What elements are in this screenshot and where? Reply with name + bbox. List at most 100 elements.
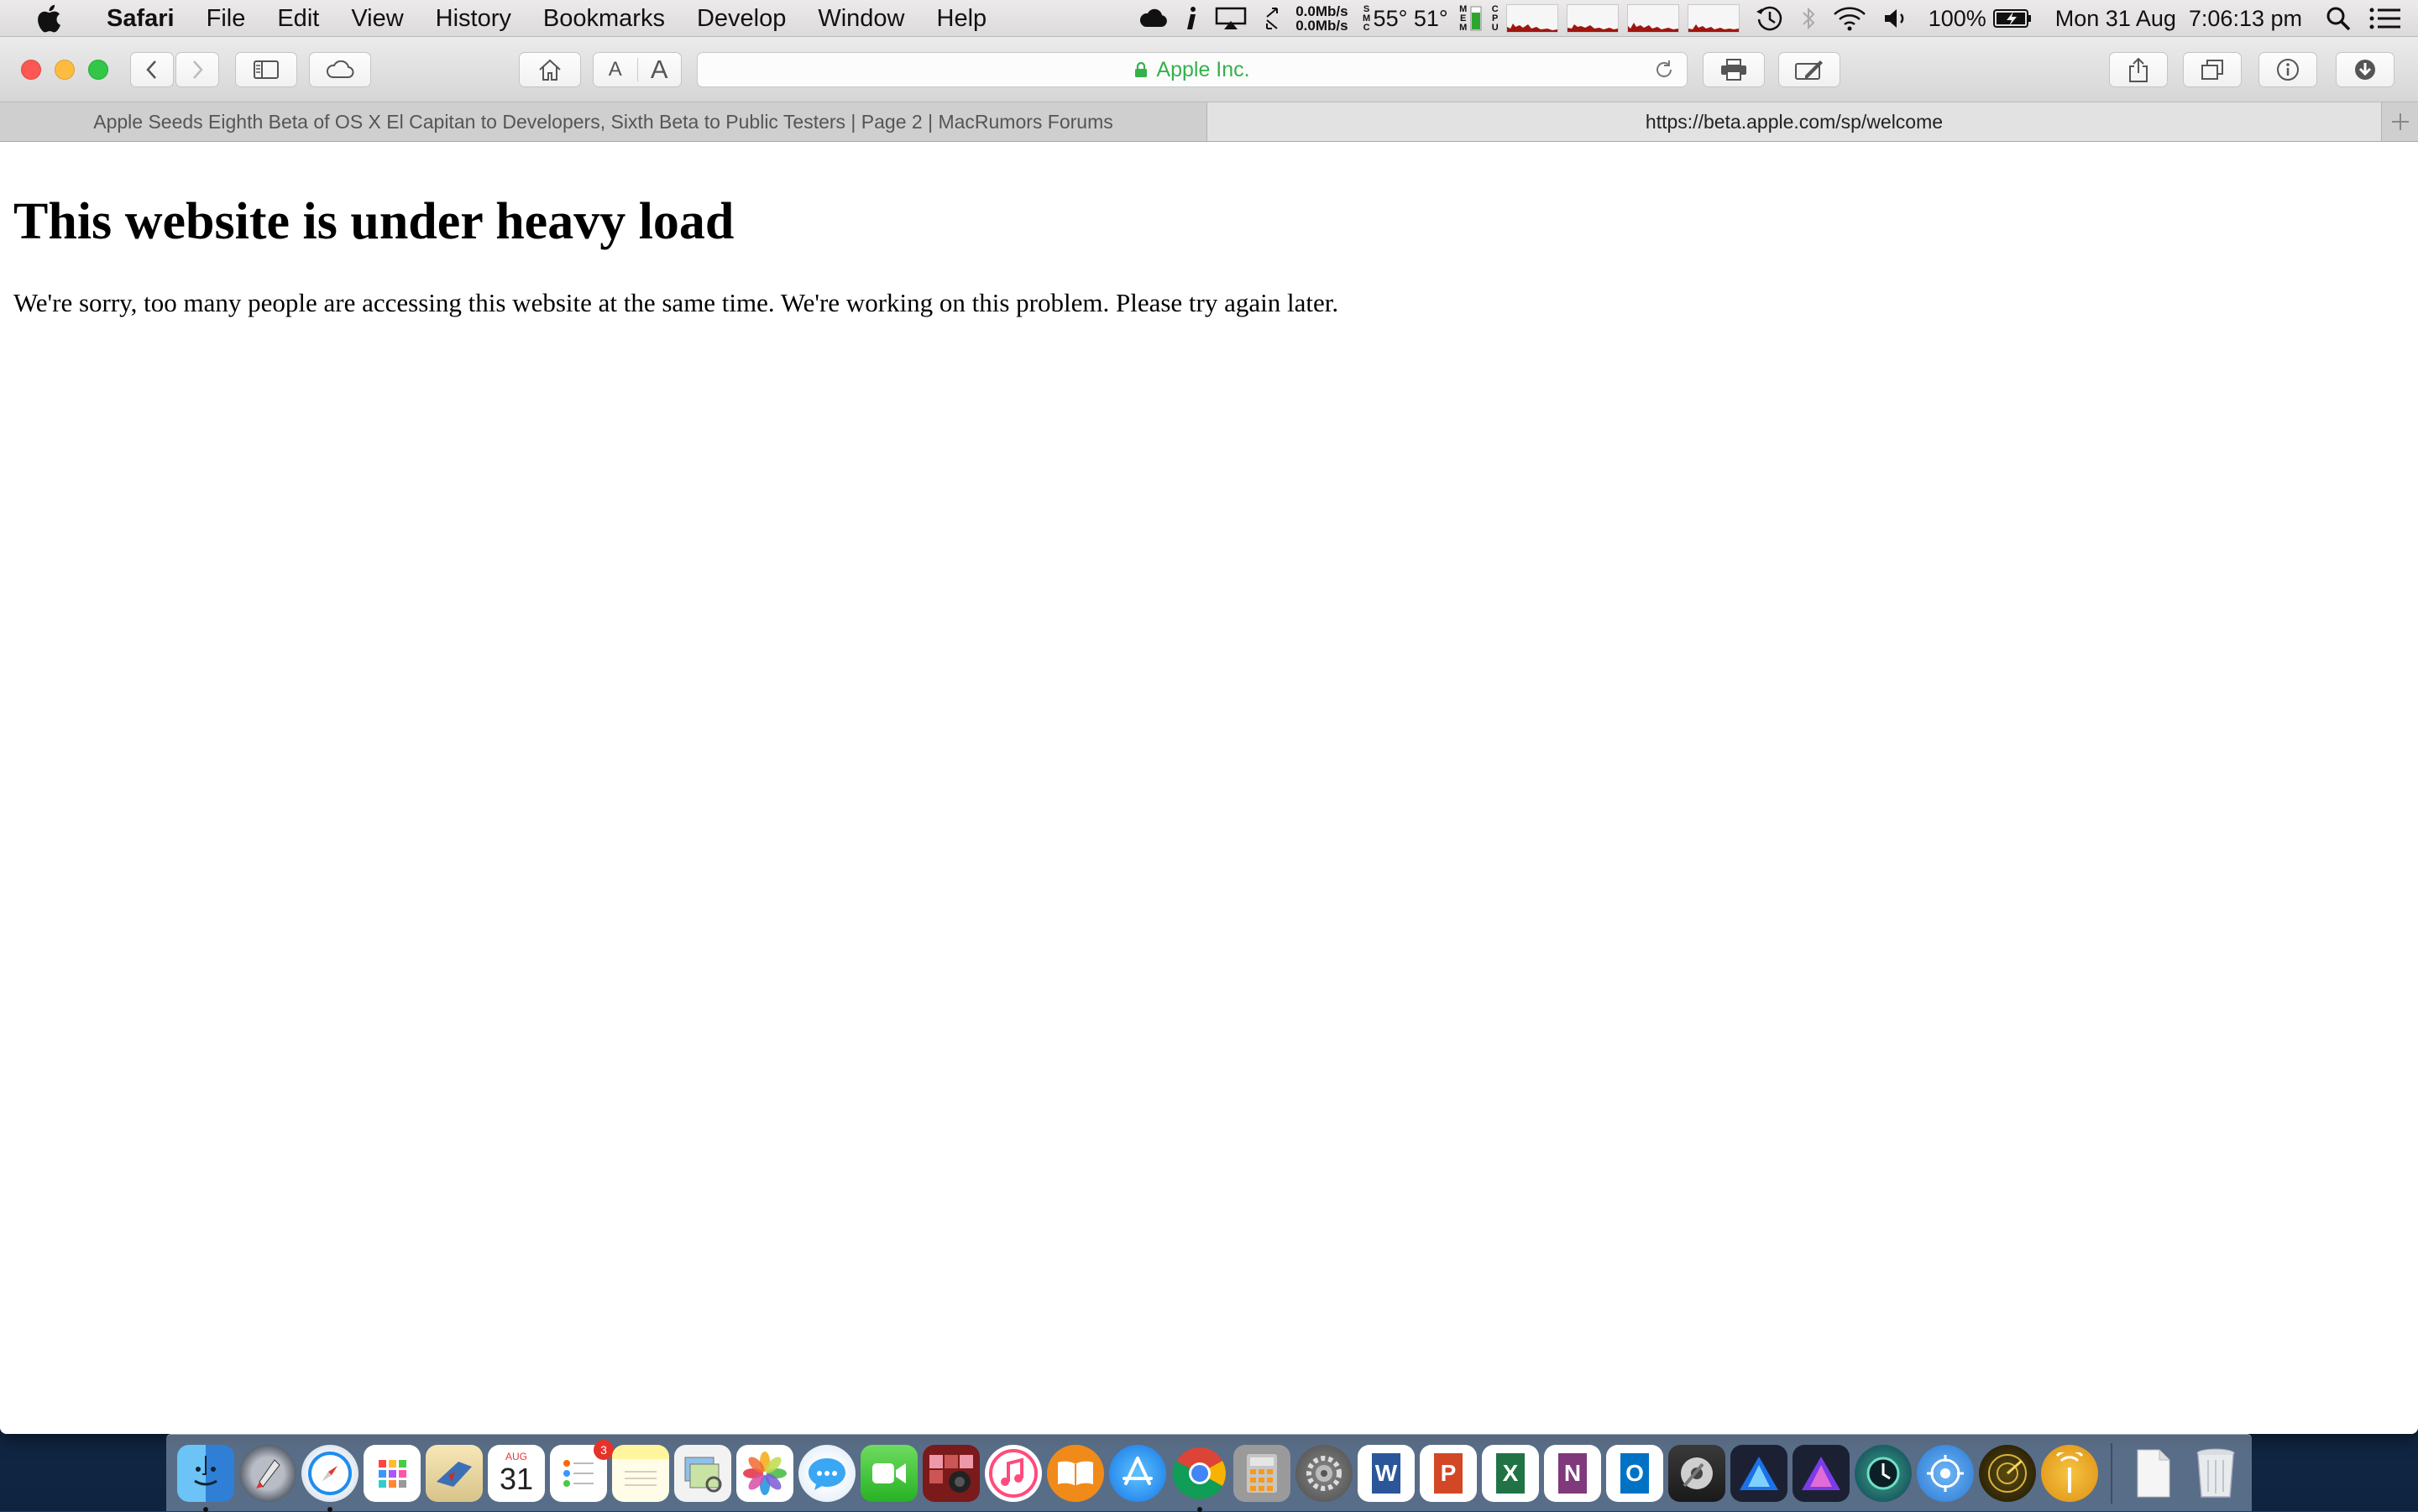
decrease-font-size-button[interactable]: A — [594, 58, 638, 81]
battery-status[interactable]: 100% — [1920, 0, 2040, 37]
tab-title: Apple Seeds Eighth Beta of OS X El Capit… — [93, 110, 1113, 133]
bluetooth-icon[interactable] — [1793, 0, 1824, 37]
dock-facetime-icon[interactable] — [861, 1444, 918, 1502]
cpu-graph-1 — [1505, 4, 1558, 33]
page-info-button[interactable] — [2258, 52, 2317, 87]
window-minimize-button[interactable] — [55, 60, 75, 80]
home-button[interactable] — [519, 52, 581, 87]
annotate-button[interactable] — [1778, 52, 1840, 87]
dock-powerpoint-icon[interactable]: P — [1420, 1444, 1477, 1502]
tab-overview-button[interactable] — [2183, 52, 2242, 87]
dock-calculator-icon[interactable] — [1233, 1444, 1290, 1502]
menu-edit[interactable]: Edit — [261, 0, 335, 37]
tab-title: https://beta.apple.com/sp/welcome — [1645, 110, 1944, 133]
dock-launchpad-icon[interactable] — [239, 1444, 296, 1502]
dock-notes-icon[interactable] — [612, 1444, 669, 1502]
network-upload-rate: 0.0Mb/s — [1295, 3, 1348, 19]
menu-help[interactable]: Help — [921, 0, 1003, 37]
dock-onenote-icon[interactable]: N — [1544, 1444, 1601, 1502]
dock-preview-icon[interactable] — [674, 1444, 731, 1502]
cpu-meter[interactable]: CPU — [1485, 0, 1747, 37]
dock-finder-icon[interactable] — [177, 1444, 234, 1512]
excel-letter: X — [1496, 1452, 1525, 1494]
cpu-graph-4 — [1687, 4, 1740, 33]
dock-calendar-icon[interactable]: AUG 31 — [488, 1444, 545, 1502]
volume-icon[interactable] — [1875, 0, 1920, 37]
dock-affinity-designer-icon[interactable] — [1730, 1444, 1787, 1502]
downloads-button[interactable] — [2336, 52, 2394, 87]
dock-time-machine-icon[interactable] — [1855, 1444, 1912, 1502]
safari-toolbar: A A Apple Inc. — [0, 37, 2418, 102]
dock: AUG 31 3 W P X N O — [166, 1434, 2252, 1512]
dock-network-radar-icon[interactable] — [1917, 1444, 1974, 1502]
dock-word-icon[interactable]: W — [1358, 1444, 1415, 1502]
address-bar[interactable]: Apple Inc. — [697, 52, 1688, 87]
info-icon[interactable] — [1176, 0, 1206, 37]
dock-ibooks-icon[interactable] — [1047, 1444, 1104, 1502]
dock-radar-icon[interactable] — [1979, 1444, 2036, 1502]
dock-excel-icon[interactable]: X — [1482, 1444, 1539, 1502]
dock-photos-icon[interactable] — [736, 1444, 793, 1502]
tab-beta-apple[interactable]: https://beta.apple.com/sp/welcome — [1207, 102, 2381, 141]
menu-app-safari[interactable]: Safari — [91, 0, 191, 37]
notification-center-icon[interactable] — [2359, 0, 2418, 37]
dock-safari-icon[interactable] — [301, 1444, 359, 1512]
menu-view[interactable]: View — [335, 0, 419, 37]
resize-arrows-icon[interactable] — [1255, 0, 1289, 37]
dock-messages-icon[interactable] — [798, 1444, 856, 1502]
outlook-letter: O — [1620, 1452, 1649, 1494]
menu-develop[interactable]: Develop — [681, 0, 802, 37]
apple-menu-icon[interactable] — [32, 2, 65, 35]
chevron-right-icon — [193, 60, 203, 79]
dock-disk-utility-icon[interactable] — [1668, 1444, 1725, 1502]
dock-documents-stack-icon[interactable] — [2125, 1445, 2182, 1502]
window-close-button[interactable] — [21, 60, 41, 80]
time-machine-icon[interactable] — [1747, 0, 1793, 37]
download-icon — [2355, 60, 2375, 80]
dock-apps-grid-icon[interactable] — [364, 1444, 421, 1502]
reload-icon[interactable] — [1653, 59, 1675, 86]
memory-label-icon: MEM — [1459, 3, 1468, 33]
dock-system-preferences-icon[interactable] — [1295, 1444, 1353, 1502]
dock-itunes-icon[interactable] — [985, 1444, 1042, 1502]
memory-meter[interactable]: MEM — [1453, 0, 1485, 37]
tab-macrumors[interactable]: Apple Seeds Eighth Beta of OS X El Capit… — [0, 102, 1207, 141]
spotlight-search-icon[interactable] — [2317, 0, 2359, 37]
wifi-icon[interactable] — [1824, 0, 1875, 37]
web-content: This website is under heavy load We're s… — [0, 142, 2418, 1434]
back-button[interactable] — [130, 52, 174, 87]
sidebar-toggle-button[interactable] — [235, 52, 297, 87]
menu-file[interactable]: File — [191, 0, 262, 37]
powerpoint-letter: P — [1434, 1452, 1463, 1494]
icloud-tabs-button[interactable] — [309, 52, 371, 87]
creative-cloud-icon[interactable] — [1131, 0, 1176, 37]
menu-window[interactable]: Window — [802, 0, 920, 37]
plus-icon — [2391, 113, 2409, 130]
increase-font-size-button[interactable]: A — [638, 55, 682, 85]
dock-reminders-icon[interactable]: 3 — [550, 1439, 614, 1502]
forward-button[interactable] — [175, 52, 219, 87]
new-tab-button[interactable] — [2381, 102, 2418, 141]
dock-app-store-icon[interactable] — [1109, 1444, 1166, 1502]
network-rate[interactable]: 0.0Mb/s 0.0Mb/s — [1289, 4, 1354, 33]
dock-airport-utility-icon[interactable] — [2041, 1444, 2098, 1502]
temperature-sensor[interactable]: SMC 55° 51° — [1355, 0, 1453, 37]
dock-mail-icon[interactable] — [426, 1444, 483, 1502]
dock-affinity-photo-icon[interactable] — [1793, 1444, 1850, 1502]
calendar-month: AUG — [505, 1450, 527, 1462]
menu-bookmarks[interactable]: Bookmarks — [527, 0, 681, 37]
airplay-icon[interactable] — [1206, 0, 1255, 37]
pencil-markup-icon — [1795, 60, 1823, 80]
dock-trash-icon[interactable] — [2187, 1445, 2244, 1502]
cpu-graph-3 — [1626, 4, 1679, 33]
window-fullscreen-button[interactable] — [88, 60, 108, 80]
dock-photo-booth-icon[interactable] — [923, 1444, 980, 1502]
dock-outlook-icon[interactable]: O — [1606, 1444, 1663, 1502]
word-letter: W — [1372, 1452, 1400, 1494]
menu-history[interactable]: History — [420, 0, 527, 37]
print-button[interactable] — [1703, 52, 1765, 87]
printer-icon — [1721, 59, 1746, 81]
share-button[interactable] — [2109, 52, 2168, 87]
dock-chrome-icon[interactable] — [1171, 1445, 1228, 1512]
clock[interactable]: Mon 31 Aug 7:06:13 pm — [2040, 0, 2317, 37]
